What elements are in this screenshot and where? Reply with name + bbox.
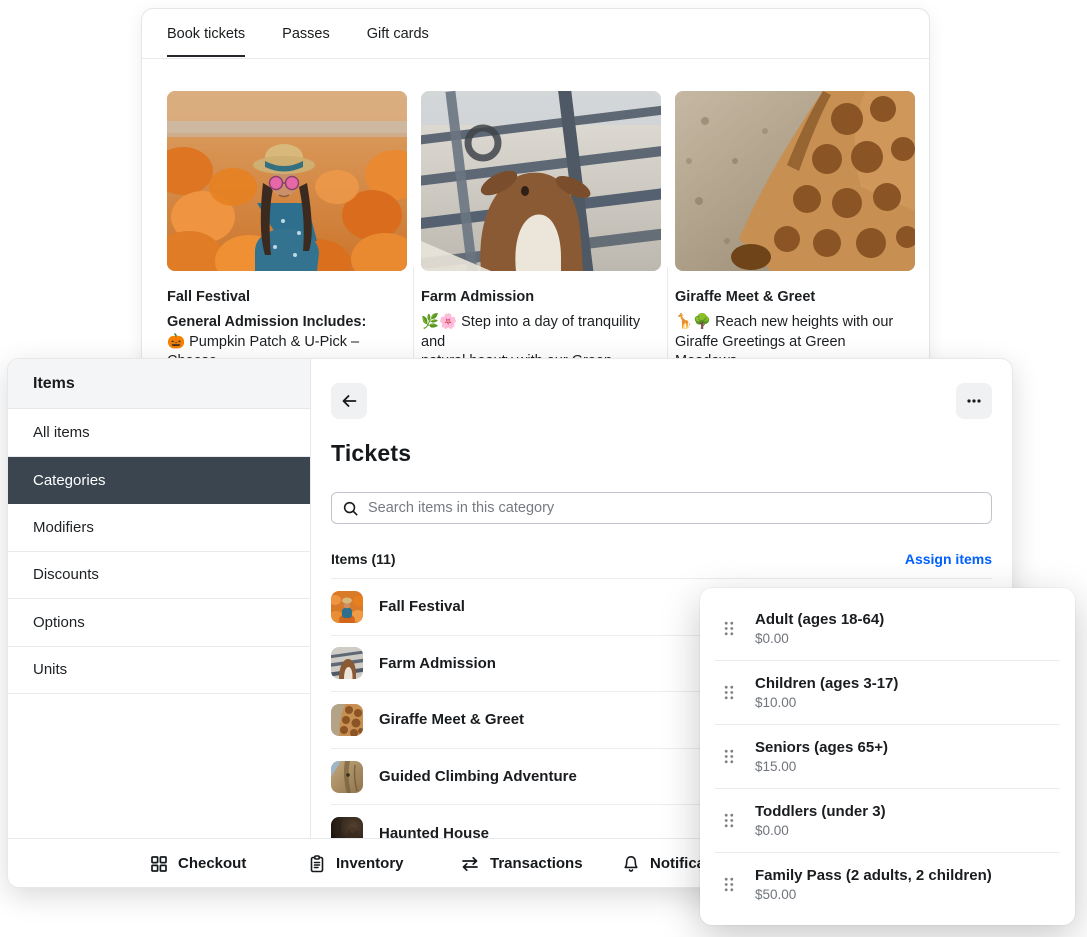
item-row-label: Giraffe Meet & Greet: [379, 711, 524, 728]
variation-row-seniors[interactable]: Seniors (ages 65+) $15.00: [700, 725, 1075, 788]
variation-name: Children (ages 3-17): [755, 675, 898, 692]
search-input[interactable]: [368, 500, 981, 516]
goat-at-farm-fence-photo: [421, 91, 661, 271]
card-title: Fall Festival: [167, 289, 407, 305]
items-count-label: Items (11): [331, 551, 396, 567]
variation-name: Seniors (ages 65+): [755, 739, 888, 756]
variation-name: Toddlers (under 3): [755, 803, 886, 820]
card-title: Farm Admission: [421, 289, 661, 305]
drag-handle-icon[interactable]: [724, 749, 734, 764]
product-card-farm-admission[interactable]: Farm Admission 🌿🌸 Step into a day of tra…: [421, 91, 661, 372]
nav-inventory[interactable]: Inventory: [307, 840, 404, 887]
booking-tabbar: Book tickets Passes Gift cards: [142, 9, 929, 59]
category-title: Tickets: [331, 440, 992, 467]
variation-price: $0.00: [755, 631, 884, 646]
item-row-label: Fall Festival: [379, 598, 465, 615]
sidebar-item-options[interactable]: Options: [8, 599, 310, 647]
card-title: Giraffe Meet & Greet: [675, 289, 915, 305]
variation-row-children[interactable]: Children (ages 3-17) $10.00: [700, 661, 1075, 724]
more-options-button[interactable]: [956, 383, 992, 419]
product-card-fall-festival[interactable]: Fall Festival General Admission Includes…: [167, 91, 407, 372]
goat-thumb: [331, 647, 363, 679]
ellipsis-icon: [965, 392, 983, 410]
drag-handle-icon[interactable]: [724, 877, 734, 892]
variation-row-toddlers[interactable]: Toddlers (under 3) $0.00: [700, 789, 1075, 852]
tab-passes[interactable]: Passes: [282, 9, 330, 58]
product-cards: Fall Festival General Admission Includes…: [167, 91, 915, 372]
drag-handle-icon[interactable]: [724, 685, 734, 700]
cliff-thumb: [331, 761, 363, 793]
assign-items-link[interactable]: Assign items: [905, 551, 992, 567]
variation-price: $50.00: [755, 887, 992, 902]
back-button[interactable]: [331, 383, 367, 419]
giraffe-closeup-photo: [675, 91, 915, 271]
detail-topbar: [331, 383, 992, 419]
screen: Book tickets Passes Gift cards: [0, 0, 1087, 937]
sidebar-item-categories[interactable]: Categories: [8, 457, 310, 505]
sidebar-item-modifiers[interactable]: Modifiers: [8, 504, 310, 552]
card-description-line: 🦒🌳 Reach new heights with our: [675, 313, 915, 333]
giraffe-thumb: [331, 704, 363, 736]
card-description-line: General Admission Includes:: [167, 313, 407, 333]
variation-name: Adult (ages 18-64): [755, 611, 884, 628]
variation-price: $15.00: [755, 759, 888, 774]
nav-label: Inventory: [336, 855, 404, 872]
variation-row-adult[interactable]: Adult (ages 18-64) $0.00: [700, 597, 1075, 660]
items-list-header: Items (11) Assign items: [331, 551, 992, 567]
nav-checkout[interactable]: Checkout: [149, 840, 246, 887]
haunted-house-thumb: [331, 817, 363, 838]
drag-handle-icon[interactable]: [724, 813, 734, 828]
search-icon: [342, 500, 359, 517]
girl-in-pumpkin-patch-photo: [167, 91, 407, 271]
nav-transactions[interactable]: Transactions: [459, 840, 583, 887]
tab-gift-cards[interactable]: Gift cards: [367, 9, 429, 58]
category-search: [331, 492, 992, 524]
item-row-label: Guided Climbing Adventure: [379, 768, 577, 785]
arrows-swap-icon: [459, 854, 481, 874]
tab-book-tickets[interactable]: Book tickets: [167, 9, 245, 58]
sidebar-item-discounts[interactable]: Discounts: [8, 552, 310, 600]
pumpkin-patch-thumb: [331, 591, 363, 623]
variation-row-family-pass[interactable]: Family Pass (2 adults, 2 children) $50.0…: [700, 853, 1075, 916]
variation-name: Family Pass (2 adults, 2 children): [755, 867, 992, 884]
items-sidebar: Items All items Categories Modifiers Dis…: [8, 359, 311, 838]
clipboard-icon: [307, 854, 327, 874]
nav-label: Transactions: [490, 855, 583, 872]
booking-window: Book tickets Passes Gift cards: [141, 8, 930, 400]
bell-icon: [621, 854, 641, 874]
arrow-left-icon: [339, 391, 359, 411]
grid-icon: [149, 854, 169, 874]
product-card-giraffe-meet-greet[interactable]: Giraffe Meet & Greet 🦒🌳 Reach new height…: [675, 91, 915, 372]
variation-price: $0.00: [755, 823, 886, 838]
sidebar-title: Items: [8, 359, 310, 409]
card-description-line: 🌿🌸 Step into a day of tranquility and: [421, 313, 661, 352]
item-row-label: Haunted House: [379, 825, 489, 838]
nav-label: Checkout: [178, 855, 246, 872]
variation-price: $10.00: [755, 695, 898, 710]
sidebar-item-units[interactable]: Units: [8, 647, 310, 695]
drag-handle-icon[interactable]: [724, 621, 734, 636]
sidebar-item-all-items[interactable]: All items: [8, 409, 310, 457]
variations-panel: Adult (ages 18-64) $0.00 Children (ages …: [700, 588, 1075, 925]
item-row-label: Farm Admission: [379, 655, 496, 672]
